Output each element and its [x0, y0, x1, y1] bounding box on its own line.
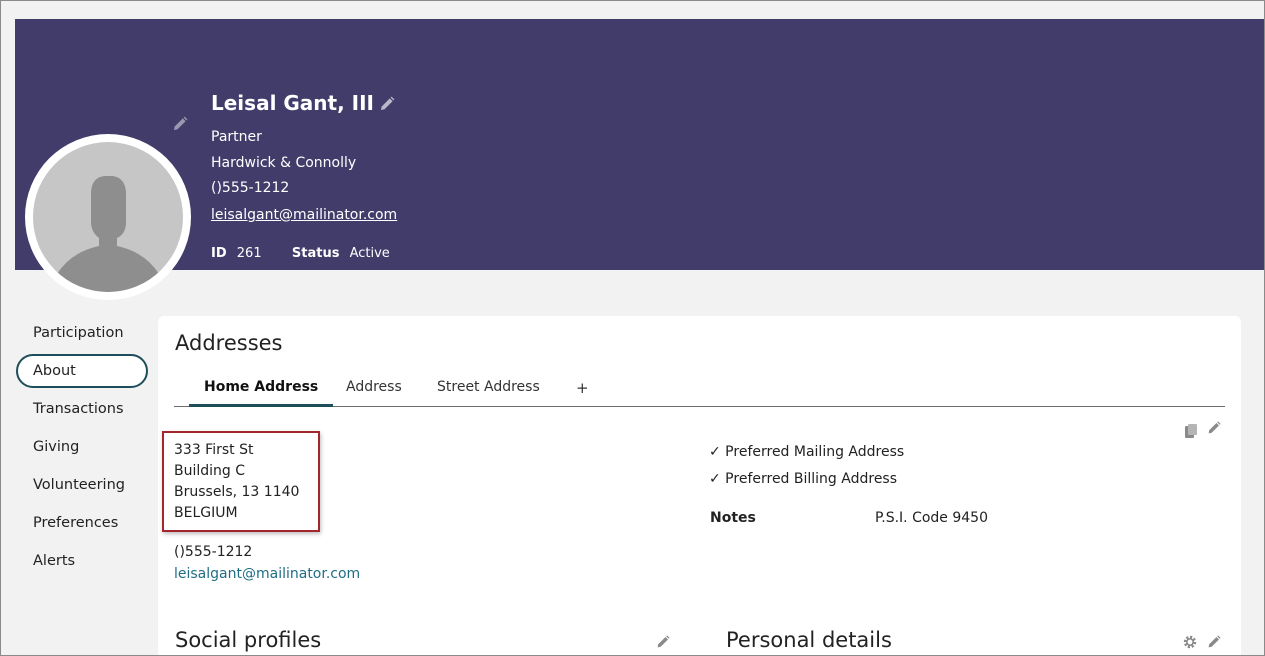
addresses-title: Addresses [175, 331, 283, 355]
preferred-billing: ✓ Preferred Billing Address [709, 471, 898, 487]
status-label: Status [291, 246, 340, 261]
address-line-4: BELGIUM [174, 505, 238, 521]
profile-name: Leisal Gant, III [211, 91, 374, 115]
profile-organization: Hardwick & Connolly [211, 155, 357, 171]
profile-meta: ID 261 Status Active [211, 246, 394, 261]
profile-email-link[interactable]: leisalgant@mailinator.com [211, 207, 397, 223]
side-nav: Participation About Transactions Giving … [16, 316, 148, 582]
notes-value: P.S.I. Code 9450 [875, 510, 988, 526]
notes-label: Notes [710, 510, 756, 526]
status-value: Active [349, 246, 390, 261]
address-lines: 333 First St Building C Brussels, 13 114… [174, 440, 299, 524]
nav-item-preferences[interactable]: Preferences [16, 506, 148, 540]
address-pencil-icon[interactable] [1206, 420, 1222, 436]
social-pencil-icon[interactable] [655, 634, 671, 650]
profile-banner [15, 19, 1265, 270]
address-line-3: Brussels, 13 1140 [174, 484, 300, 500]
tab-address[interactable]: Address [346, 379, 402, 407]
address-line-2: Building C [174, 463, 246, 479]
id-label: ID [211, 246, 227, 261]
copy-icon[interactable] [1183, 423, 1199, 439]
tab-add-button[interactable]: + [576, 379, 589, 407]
profile-phone: ()555-1212 [211, 180, 290, 196]
avatar[interactable] [25, 134, 191, 300]
id-value: 261 [236, 246, 262, 261]
gear-icon[interactable] [1182, 634, 1198, 650]
nav-item-giving[interactable]: Giving [16, 430, 148, 464]
tab-home-address[interactable]: Home Address [189, 379, 334, 407]
address-line-1: 333 First St [174, 442, 254, 458]
nav-item-about[interactable]: About [16, 354, 148, 388]
preferred-mailing: ✓ Preferred Mailing Address [709, 444, 905, 460]
nav-item-transactions[interactable]: Transactions [16, 392, 148, 426]
address-phone: ()555-1212 [174, 544, 253, 560]
personal-pencil-icon[interactable] [1206, 634, 1222, 650]
person-silhouette-icon [49, 176, 167, 292]
addresses-card: Addresses Home Address Address Street Ad… [158, 316, 1241, 656]
name-pencil-icon[interactable] [378, 95, 396, 113]
address-tabs: Home Address Address Street Address + [174, 374, 1225, 407]
avatar-placeholder [33, 142, 183, 292]
tab-street-address[interactable]: Street Address [437, 379, 540, 407]
personal-details-title: Personal details [726, 628, 892, 652]
nav-item-participation[interactable]: Participation [16, 316, 148, 350]
profile-title: Partner [211, 129, 262, 145]
avatar-pencil-icon[interactable] [171, 115, 189, 133]
address-email-link[interactable]: leisalgant@mailinator.com [174, 566, 360, 582]
nav-item-volunteering[interactable]: Volunteering [16, 468, 148, 502]
nav-item-alerts[interactable]: Alerts [16, 544, 148, 578]
social-profiles-title: Social profiles [175, 628, 322, 652]
